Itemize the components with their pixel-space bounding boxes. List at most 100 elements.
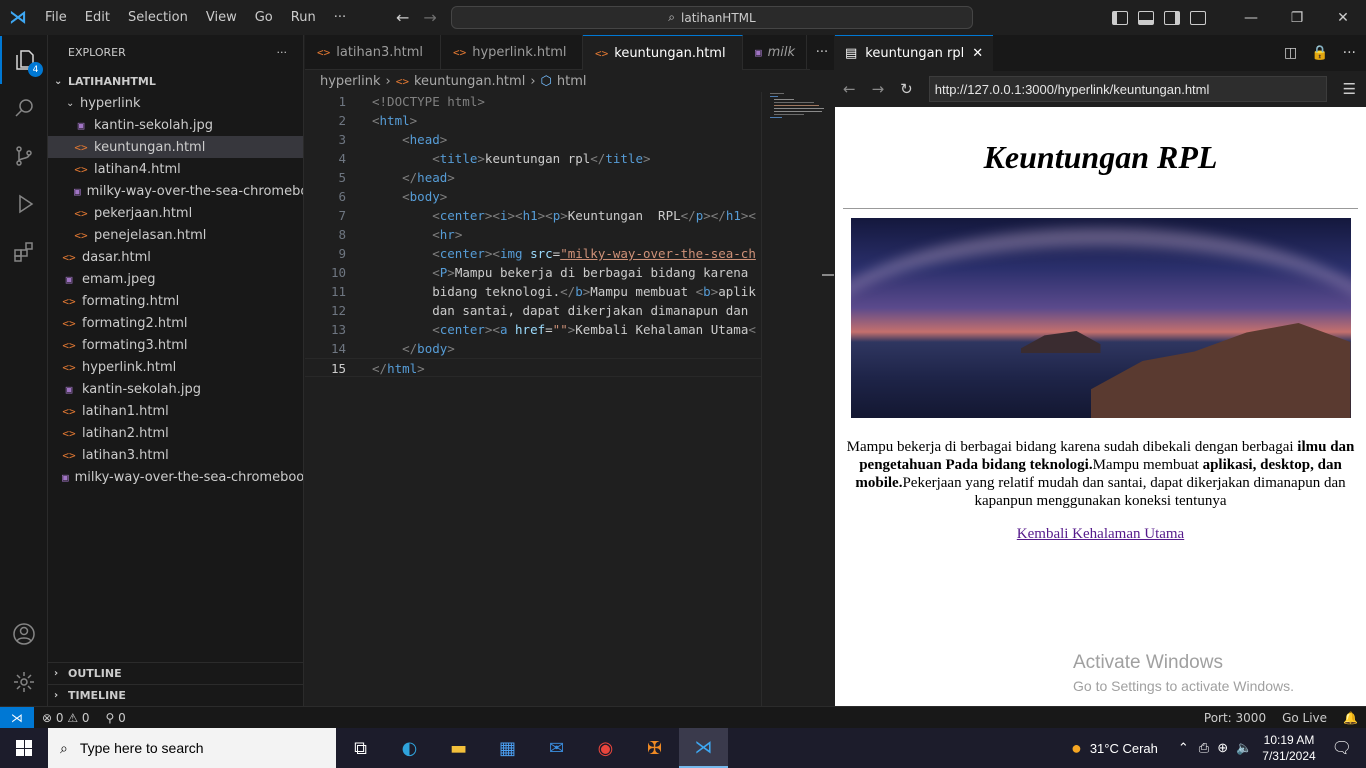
browser-back-icon[interactable]: ← (843, 80, 856, 98)
command-center-label: latihanHTML (681, 10, 756, 25)
accounts-icon[interactable] (0, 610, 48, 658)
start-button[interactable] (0, 728, 48, 768)
editor-tabs: <> latihan3.html <> hyperlink.html <> ke… (305, 35, 834, 70)
menu-hamburger-icon[interactable]: ☰ (1343, 80, 1356, 98)
close-window-button[interactable]: ✕ (1320, 0, 1366, 35)
run-debug-icon[interactable] (0, 180, 48, 228)
workspace-root[interactable]: ⌄ LATIHANHTML (48, 70, 303, 92)
network-globe-icon[interactable]: ⊕ (1217, 740, 1228, 756)
file-tree-item[interactable]: ▣ milky-way-over-the-sea-chromeboo... (48, 466, 303, 488)
problems-status[interactable]: ⊗ 0 ⚠ 0 (34, 711, 98, 725)
remote-indicator-icon[interactable]: ⋊ (0, 706, 34, 729)
file-tree-item[interactable]: <> latihan1.html (48, 400, 303, 422)
file-tree-item[interactable]: ▣ emam.jpeg (48, 268, 303, 290)
vscode-taskbar-icon[interactable]: ⋊ (679, 728, 728, 768)
menu-selection[interactable]: Selection (119, 0, 197, 35)
source-control-icon[interactable] (0, 132, 48, 180)
port-status[interactable]: Port: 3000 (1196, 711, 1274, 725)
tab-hyperlink[interactable]: <> hyperlink.html (441, 35, 583, 70)
edge-browser-icon[interactable]: ◐ (385, 728, 434, 768)
menu-edit[interactable]: Edit (76, 0, 119, 35)
file-tree-item[interactable]: <> penejelasan.html (48, 224, 303, 246)
editor-scrollbar[interactable] (822, 274, 834, 276)
menu-run[interactable]: Run (282, 0, 325, 35)
code-href-value: "" (552, 322, 568, 337)
reload-icon[interactable]: ↻ (900, 80, 913, 98)
go-live-button[interactable]: Go Live (1274, 711, 1335, 725)
customize-layout-icon[interactable] (1190, 10, 1206, 25)
store-icon[interactable]: ▦ (483, 728, 532, 768)
restore-button[interactable]: ❐ (1274, 0, 1320, 35)
ports-status[interactable]: ⚲ 0 (98, 711, 134, 725)
tab-latihan3[interactable]: <> latihan3.html (305, 35, 441, 70)
outline-section[interactable]: › OUTLINE (48, 662, 304, 684)
chrome-icon[interactable]: ◉ (581, 728, 630, 768)
clock[interactable]: 10:19 AM 7/31/2024 (1252, 732, 1325, 764)
code-editor[interactable]: 1 <!DOCTYPE html> 2 <html> 3 <head> 4 <tit… (305, 92, 761, 706)
breadcrumb-file[interactable]: keuntungan.html (414, 74, 525, 89)
file-tree-item[interactable]: ▣ kantin-sekolah.jpg (48, 378, 303, 400)
settings-gear-icon[interactable] (0, 658, 48, 706)
folder-label: hyperlink (80, 95, 141, 111)
toggle-sidebar-icon[interactable] (1112, 10, 1128, 25)
file-tree-item[interactable]: <> latihan2.html (48, 422, 303, 444)
browser-tab[interactable]: ▤ keuntungan rpl ✕ (835, 35, 994, 71)
more-actions-icon[interactable]: ··· (1343, 45, 1356, 61)
chevron-up-icon[interactable]: ⌃ (1178, 740, 1189, 756)
browser-forward-icon[interactable]: → (872, 80, 885, 98)
device-icon[interactable]: ⎙ (1199, 740, 1209, 756)
command-center-search[interactable]: ⌕ latihanHTML (451, 6, 973, 29)
minimize-button[interactable]: — (1228, 0, 1274, 35)
folder-hyperlink[interactable]: ⌄ hyperlink (48, 92, 303, 114)
back-home-link[interactable]: Kembali Kehalaman Utama (1017, 526, 1184, 543)
html-file-icon: <> (62, 426, 76, 440)
editor-group: <> latihan3.html <> hyperlink.html <> ke… (305, 35, 834, 706)
file-tree-item[interactable]: <> hyperlink.html (48, 356, 303, 378)
xampp-icon[interactable]: ✠ (630, 728, 679, 768)
minimap[interactable] (761, 92, 834, 706)
file-tree-item[interactable]: <> formating3.html (48, 334, 303, 356)
toggle-panel-icon[interactable] (1138, 10, 1154, 25)
back-arrow-icon[interactable]: ← (396, 8, 409, 27)
volume-muted-icon[interactable]: 🔈 (1236, 740, 1252, 756)
mail-icon[interactable]: ✉ (532, 728, 581, 768)
file-tree-item[interactable]: <> latihan4.html (48, 158, 303, 180)
extensions-icon[interactable] (0, 228, 48, 276)
file-tree-item[interactable]: ▣ kantin-sekolah.jpg (48, 114, 303, 136)
tab-keuntungan[interactable]: <> keuntungan.html (583, 35, 743, 70)
explorer-icon[interactable]: 4 (0, 36, 48, 84)
menu-go[interactable]: Go (246, 0, 282, 35)
lock-icon[interactable]: 🔒 (1311, 45, 1328, 61)
image-file-icon: ▣ (74, 184, 81, 198)
file-tree-item[interactable]: <> latihan3.html (48, 444, 303, 466)
toggle-secondary-sidebar-icon[interactable] (1164, 10, 1180, 25)
file-tree-item[interactable]: <> dasar.html (48, 246, 303, 268)
editor-more-button[interactable]: ··· (810, 35, 834, 70)
taskbar-search[interactable]: ⌕ Type here to search (48, 728, 336, 768)
notification-center-icon[interactable]: 🗨 (1332, 738, 1352, 758)
forward-arrow-icon[interactable]: → (423, 8, 436, 27)
url-bar[interactable]: http://127.0.0.1:3000/hyperlink/keuntung… (928, 76, 1327, 102)
code-line: 7 <center><i><h1><p>Keuntungan RPL</p></… (305, 206, 761, 225)
weather-text[interactable]: 31°C Cerah (1090, 741, 1158, 756)
file-explorer-icon[interactable]: ▬ (434, 728, 483, 768)
timeline-section[interactable]: › TIMELINE (48, 684, 304, 706)
menu-view[interactable]: View (197, 0, 246, 35)
file-tree-item[interactable]: <> formating2.html (48, 312, 303, 334)
file-tree-item[interactable]: <> keuntungan.html (48, 136, 303, 158)
file-tree-item[interactable]: <> pekerjaan.html (48, 202, 303, 224)
task-view-icon[interactable]: ⧉ (336, 728, 385, 768)
search-view-icon[interactable] (0, 84, 48, 132)
breadcrumb-folder[interactable]: hyperlink (320, 74, 381, 89)
line-number: 15 (330, 361, 346, 376)
menu-file[interactable]: File (36, 0, 76, 35)
split-editor-icon[interactable]: ◫ (1284, 45, 1297, 61)
menu-more[interactable]: ··· (325, 0, 355, 35)
explorer-more-button[interactable]: ··· (277, 46, 288, 59)
file-tree-item[interactable]: ▣ milky-way-over-the-sea-chromebo... (48, 180, 303, 202)
close-tab-icon[interactable]: ✕ (972, 46, 983, 61)
file-tree-item[interactable]: <> formating.html (48, 290, 303, 312)
tab-milky[interactable]: ▣ milk (743, 35, 807, 70)
notifications-bell-icon[interactable]: 🔔 (1335, 711, 1366, 725)
breadcrumb-element[interactable]: html (557, 74, 587, 89)
